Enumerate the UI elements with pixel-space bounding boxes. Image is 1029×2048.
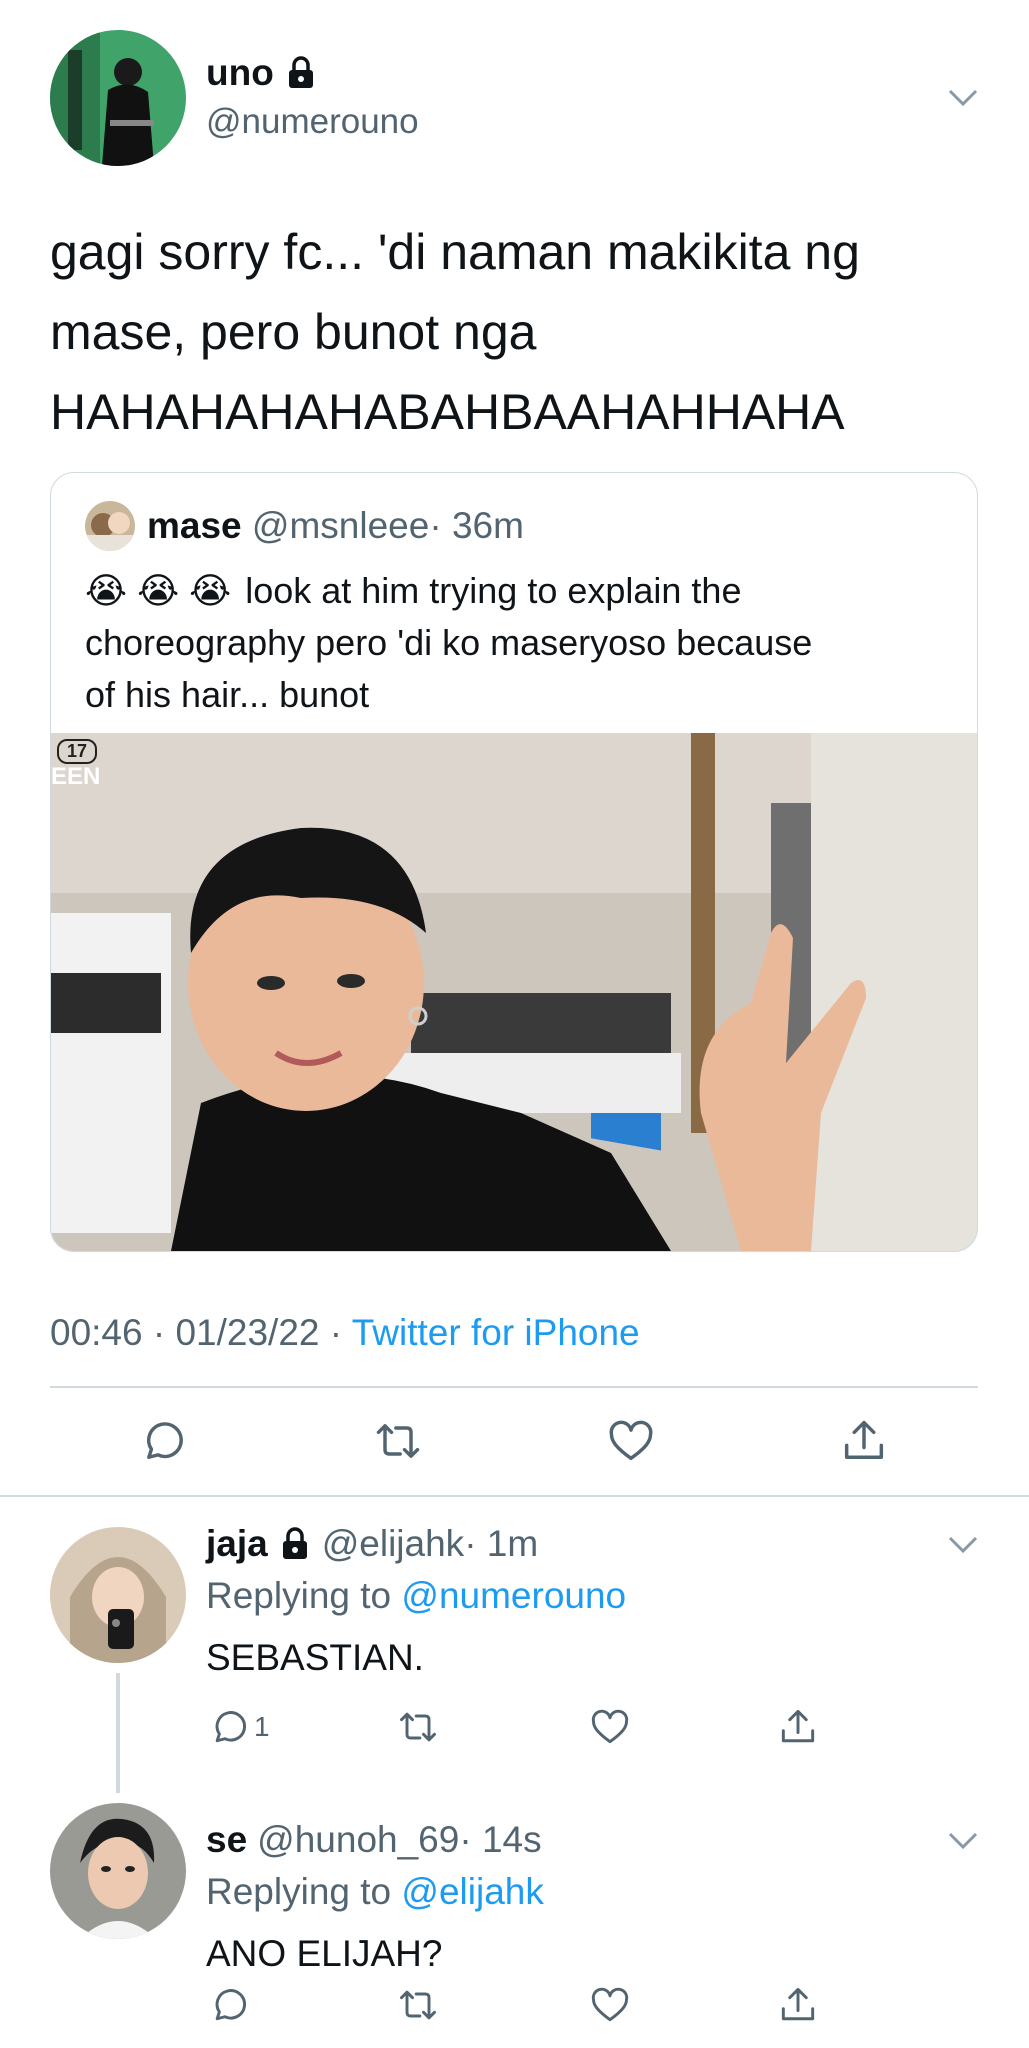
crying-emoji: 😭 😭 😭 [85, 570, 232, 611]
share-icon [781, 1987, 815, 2021]
share-icon [844, 1420, 884, 1459]
like-button[interactable] [588, 1983, 632, 2027]
quoted-tweet-card[interactable]: mase @msnleee· 36m 😭 😭 😭 look at him tryi… [50, 472, 978, 1252]
quoted-text-line: 😭 😭 😭 look at him trying to explain the [85, 570, 742, 611]
quoted-author-name[interactable]: mase [147, 505, 242, 546]
tweet-text-line: HAHAHAHAHABAHBAAHAHHAHA [50, 384, 845, 440]
reply-tweet[interactable]: jaja @elijahk · 1m Replying to @numerouno… [0, 1497, 1029, 1793]
chevron-down-icon[interactable] [948, 88, 978, 108]
lock-icon [286, 56, 316, 90]
retweet-button[interactable] [396, 1705, 440, 1749]
quoted-author-handle[interactable]: @msnleee [252, 505, 429, 546]
author-name-row: uno [206, 50, 316, 96]
reply-author-handle[interactable]: @hunoh_69 [257, 1819, 459, 1861]
share-button[interactable] [838, 1415, 890, 1467]
like-button[interactable] [588, 1705, 632, 1749]
like-icon [591, 1987, 629, 2022]
reply-button[interactable]: 1 [208, 1705, 270, 1749]
lock-icon [280, 1527, 310, 1561]
reply-text: ANO ELIJAH? [206, 1933, 443, 1974]
chevron-down-icon[interactable] [948, 1831, 978, 1851]
replying-to-link[interactable]: @numerouno [401, 1575, 626, 1616]
share-button[interactable] [776, 1705, 820, 1749]
replying-to: Replying to @elijahk [206, 1871, 544, 1912]
quoted-header: mase @msnleee· 36m [147, 503, 524, 549]
chevron-down-icon[interactable] [948, 1535, 978, 1555]
divider [50, 1386, 978, 1388]
tweet-text-line: mase, pero bunot nga [50, 304, 537, 360]
retweet-icon [376, 1424, 420, 1458]
reply-text: SEBASTIAN. [206, 1637, 424, 1678]
replying-to: Replying to @numerouno [206, 1575, 627, 1616]
author-handle[interactable]: @numerouno [206, 102, 419, 142]
video-watermark-top: 17 [57, 739, 98, 764]
tweet-timestamp-row: 00:46 · 01/23/22 · Twitter for iPhone [50, 1310, 640, 1356]
reply-icon [146, 1422, 183, 1459]
tweet-text: gagi sorry fc... 'di naman makikita ng m… [50, 212, 860, 452]
reply-time: · 14s [459, 1819, 542, 1860]
retweet-button[interactable] [396, 1983, 440, 2027]
share-button[interactable] [776, 1983, 820, 2027]
reply-button[interactable] [138, 1415, 190, 1467]
tweet-text-line: gagi sorry fc... 'di naman makikita ng [50, 224, 860, 280]
reply-count: 1 [254, 1711, 270, 1742]
reply-author-name[interactable]: se [206, 1819, 247, 1861]
reply-header: se @hunoh_69 · 14s [206, 1817, 542, 1863]
quoted-video-thumbnail[interactable]: 17 EEN [51, 733, 977, 1251]
reply-button[interactable] [208, 1983, 252, 2027]
author-name[interactable]: uno [206, 52, 274, 94]
like-button[interactable] [605, 1415, 657, 1467]
share-icon [781, 1709, 815, 1743]
reply-icon [215, 1989, 247, 2021]
reply-tweet[interactable]: se @hunoh_69 · 14s Replying to @elijahk A… [0, 1793, 1029, 2048]
quoted-tweet-avatar[interactable] [85, 501, 135, 551]
retweet-icon [400, 1712, 436, 1742]
quoted-text-line: choreography pero 'di ko maseryoso becau… [85, 622, 813, 663]
retweet-button[interactable] [372, 1415, 424, 1467]
main-tweet-avatar[interactable] [50, 30, 186, 166]
reply-time: · 1m [464, 1523, 539, 1564]
thread-line [116, 1673, 120, 1793]
quoted-text: 😭 😭 😭 look at him trying to explain the c… [85, 565, 965, 721]
like-icon [609, 1420, 653, 1461]
reply-header: jaja @elijahk · 1m [206, 1521, 538, 1567]
reply-avatar[interactable] [50, 1803, 186, 1939]
reply-avatar[interactable] [50, 1527, 186, 1663]
reply-icon [215, 1711, 247, 1743]
like-icon [591, 1709, 629, 1744]
video-watermark: EEN [51, 763, 101, 790]
quoted-text-line: of his hair... bunot [85, 674, 370, 715]
tweet-source-link[interactable]: Twitter for iPhone [352, 1312, 640, 1353]
reply-author-name[interactable]: jaja [206, 1523, 268, 1565]
replying-to-link[interactable]: @elijahk [401, 1871, 543, 1912]
reply-author-handle[interactable]: @elijahk [322, 1523, 464, 1565]
tweet-timestamp[interactable]: 00:46 · 01/23/22 · [50, 1312, 352, 1353]
quoted-time: · 36m [429, 505, 524, 546]
retweet-icon [400, 1990, 436, 2020]
